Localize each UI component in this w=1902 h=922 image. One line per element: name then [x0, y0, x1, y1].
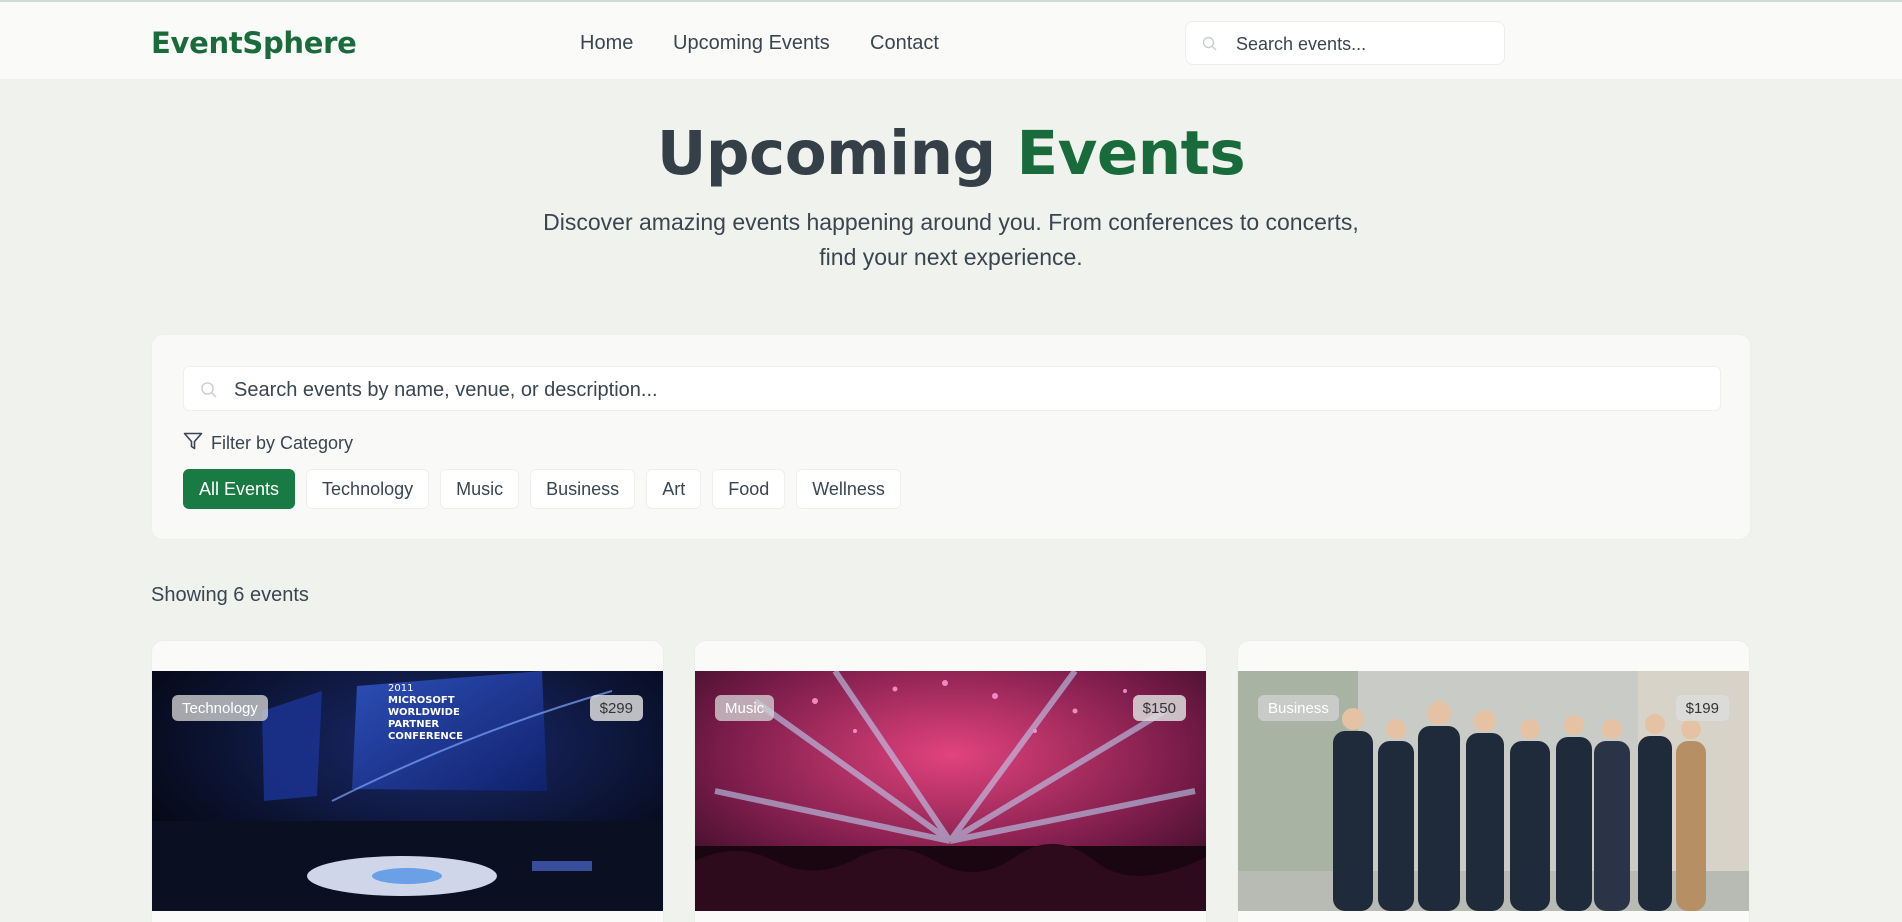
nav-upcoming-events[interactable]: Upcoming Events [673, 32, 830, 55]
search-icon [1202, 36, 1218, 57]
category-chip-food[interactable]: Food [712, 469, 786, 509]
event-category-badge: Business [1258, 695, 1339, 721]
event-price-badge: $199 [1675, 695, 1729, 721]
top-navbar: EventSphere Home Upcoming Events Contact [0, 0, 1902, 79]
category-chip-all-events[interactable]: All Events [183, 469, 296, 509]
filter-label-text: Filter by Category [211, 432, 354, 453]
page-title-part1: Upcoming [656, 118, 996, 189]
category-chip-wellness[interactable]: Wellness [796, 469, 901, 509]
screen-text-4: CONFERENCE [388, 731, 463, 742]
page-subtitle-line2: find your next experience. [819, 244, 1083, 270]
category-chips: All Events Technology Music Business Art… [183, 469, 901, 509]
header-search-input[interactable] [1236, 32, 1491, 56]
event-category-badge: Music [715, 695, 775, 721]
screen-text-2: WORLDWIDE [388, 707, 460, 718]
page-subtitle: Discover amazing events happening around… [540, 205, 1362, 275]
category-chip-music[interactable]: Music [440, 469, 520, 509]
category-chip-business[interactable]: Business [530, 469, 636, 509]
filter-label: Filter by Category [183, 431, 353, 455]
event-card[interactable]: Music $150 [694, 640, 1207, 922]
page-subtitle-line1: Discover amazing events happening around… [543, 209, 1359, 235]
nav-contact[interactable]: Contact [870, 32, 939, 55]
event-price-badge: $150 [1132, 695, 1186, 721]
results-count: Showing 6 events [151, 584, 309, 606]
search-icon [200, 381, 218, 404]
category-chip-technology[interactable]: Technology [306, 469, 430, 509]
page-title: Upcoming Events [0, 118, 1902, 189]
event-card[interactable]: 2011 MICROSOFT WORLDWIDE PARTNER CONFERE… [151, 640, 664, 922]
category-chip-art[interactable]: Art [646, 469, 702, 509]
event-card[interactable]: Business $199 [1237, 640, 1750, 922]
filter-panel: Filter by Category All Events Technology… [151, 334, 1751, 540]
event-search [183, 366, 1721, 411]
screen-text-3: PARTNER [388, 719, 439, 730]
nav-home[interactable]: Home [580, 32, 633, 55]
event-search-input[interactable] [234, 377, 1704, 403]
screen-text-year: 2011 [388, 683, 413, 694]
filter-icon [183, 431, 203, 456]
event-price-badge: $299 [589, 695, 643, 721]
screen-text-1: MICROSOFT [388, 695, 455, 706]
event-category-badge: Technology [172, 695, 268, 721]
page-title-part2: Events [1016, 118, 1246, 189]
header-search [1185, 21, 1505, 65]
logo[interactable]: EventSphere [151, 26, 357, 60]
